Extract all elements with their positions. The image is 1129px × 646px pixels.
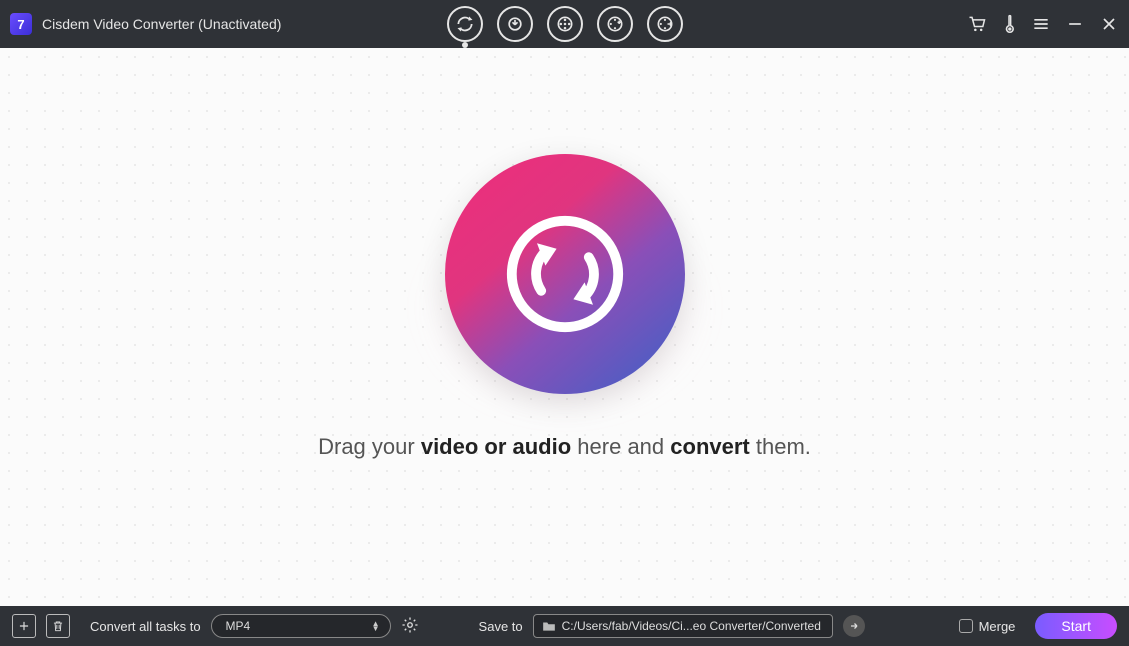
merge-label: Merge: [979, 619, 1016, 634]
mode-edit-button[interactable]: [597, 6, 633, 42]
format-select[interactable]: MP4 ▲▼: [211, 614, 391, 638]
merge-checkbox[interactable]: Merge: [959, 619, 1016, 634]
drop-zone[interactable]: Drag your video or audio here and conver…: [0, 48, 1129, 606]
trash-icon: [51, 619, 65, 633]
thermometer-button[interactable]: [1001, 14, 1017, 34]
convert-all-label: Convert all tasks to: [90, 619, 201, 634]
film-reel-plus-icon: [605, 14, 625, 34]
download-icon: [505, 14, 525, 34]
save-path-field[interactable]: C:/Users/fab/Videos/Ci...eo Converter/Co…: [533, 614, 833, 638]
close-icon: [1099, 14, 1119, 34]
format-settings-button[interactable]: [401, 616, 419, 637]
convert-arrows-icon: [495, 204, 635, 344]
mode-burn-button[interactable]: [647, 6, 683, 42]
arrow-right-icon: [848, 620, 860, 632]
minimize-icon: [1065, 14, 1085, 34]
menu-button[interactable]: [1031, 14, 1051, 34]
close-button[interactable]: [1099, 14, 1119, 34]
gear-icon: [401, 616, 419, 634]
folder-icon: [542, 620, 556, 632]
mode-rip-button[interactable]: [547, 6, 583, 42]
app-icon: 7: [10, 13, 32, 35]
open-folder-button[interactable]: [843, 615, 865, 637]
convert-hero-circle: [445, 154, 685, 394]
convert-icon: [455, 14, 475, 34]
mode-convert-button[interactable]: [447, 6, 483, 42]
film-reel-arrow-icon: [655, 14, 675, 34]
titlebar-right-controls: [967, 14, 1119, 34]
delete-button[interactable]: [46, 614, 70, 638]
save-path-value: C:/Users/fab/Videos/Ci...eo Converter/Co…: [562, 619, 821, 633]
format-selected-value: MP4: [226, 619, 251, 633]
add-file-button[interactable]: [12, 614, 36, 638]
minimize-button[interactable]: [1065, 14, 1085, 34]
app-title: Cisdem Video Converter (Unactivated): [42, 16, 281, 32]
titlebar: 7 Cisdem Video Converter (Unactivated): [0, 0, 1129, 48]
mode-toolbar: [447, 6, 683, 42]
plus-icon: [17, 619, 31, 633]
start-button[interactable]: Start: [1035, 613, 1117, 639]
bottombar: Convert all tasks to MP4 ▲▼ Save to C:/U…: [0, 606, 1129, 646]
cart-button[interactable]: [967, 14, 987, 34]
stepper-icon: ▲▼: [372, 621, 380, 631]
cart-icon: [967, 14, 987, 34]
mode-download-button[interactable]: [497, 6, 533, 42]
hamburger-icon: [1031, 14, 1051, 34]
checkbox-box-icon: [959, 619, 973, 633]
film-reel-icon: [555, 14, 575, 34]
save-to-label: Save to: [479, 619, 523, 634]
drop-hint-text: Drag your video or audio here and conver…: [318, 434, 811, 460]
thermometer-icon: [1001, 14, 1017, 34]
